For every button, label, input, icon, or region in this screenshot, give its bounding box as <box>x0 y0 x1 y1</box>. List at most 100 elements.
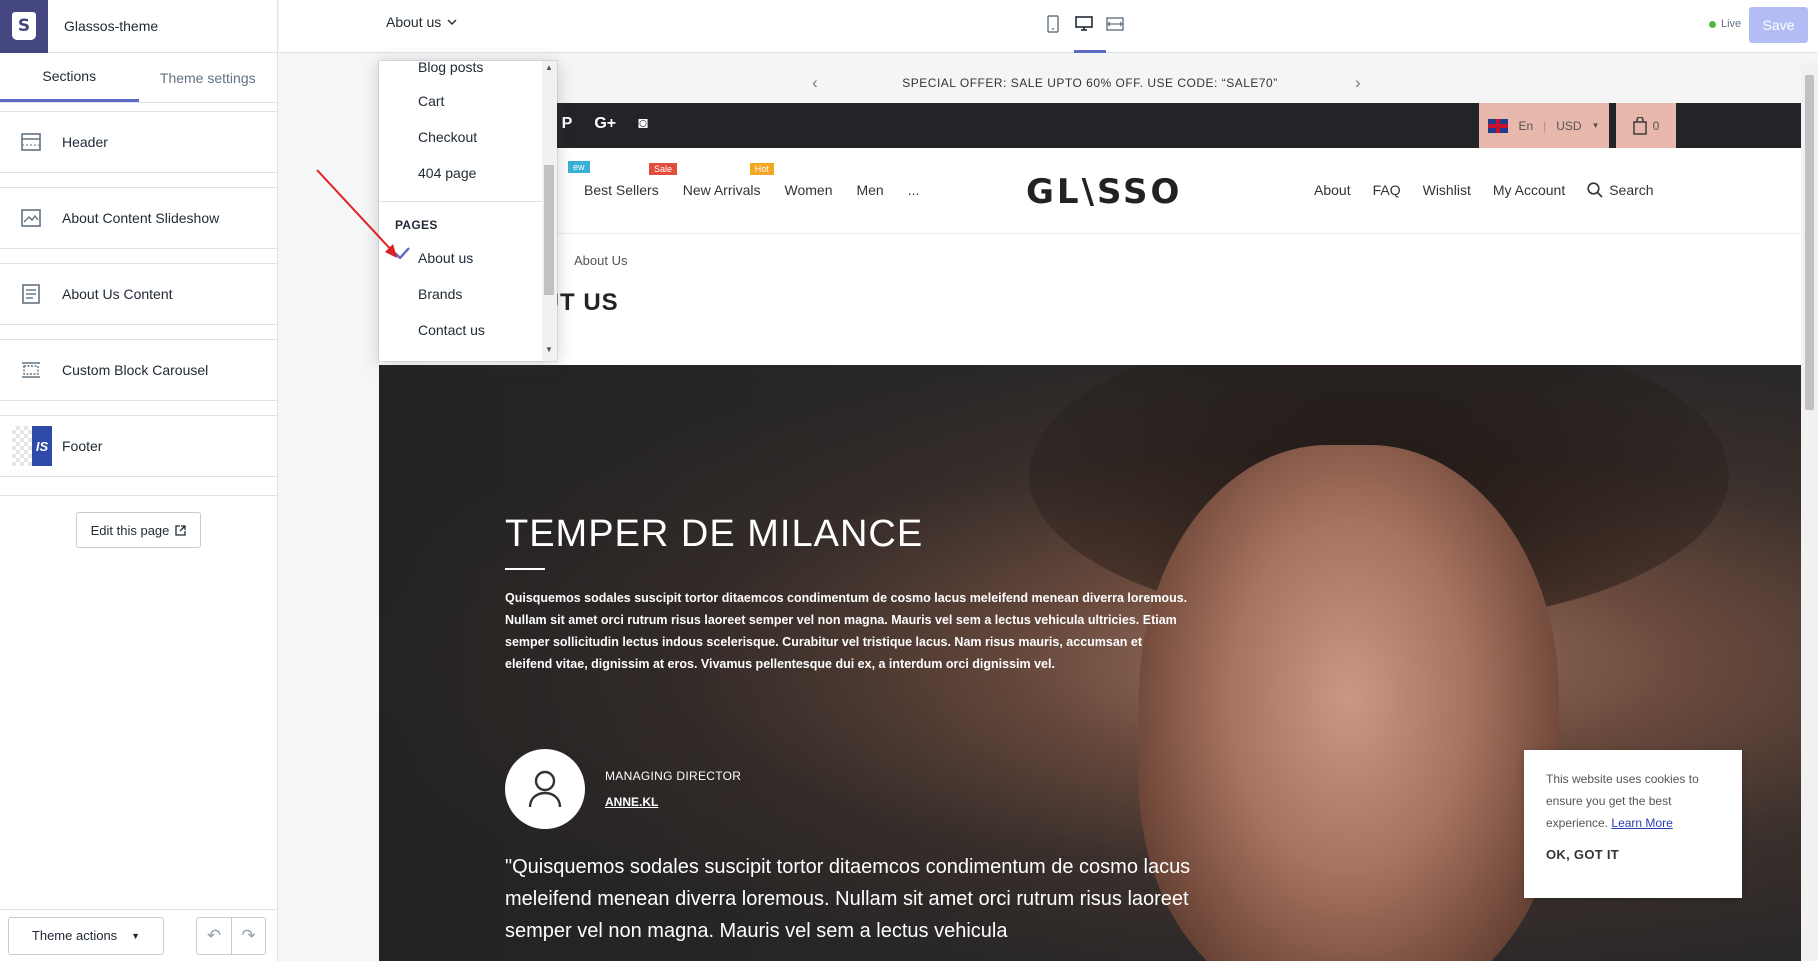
search-icon <box>1587 182 1603 198</box>
nav-left: ew Sale Best Sellers Hot New Arrivals Wo… <box>568 161 920 198</box>
device-switcher <box>1044 14 1124 34</box>
section-item-about-us-content[interactable]: About Us Content <box>0 263 277 325</box>
hero-title: TEMPER DE MILANCE <box>505 513 924 555</box>
text-block-icon <box>20 284 42 304</box>
page-selector[interactable]: About us <box>386 14 457 30</box>
user-icon <box>528 770 562 808</box>
section-item-header[interactable]: Header <box>0 111 277 173</box>
external-link-icon <box>175 524 187 536</box>
sidebar-header: S Glassos-theme <box>0 0 277 53</box>
scroll-up-icon[interactable]: ▲ <box>545 63 553 72</box>
section-item-about-content-slideshow[interactable]: About Content Slideshow <box>0 187 277 249</box>
section-item-footer[interactable]: IS Footer <box>0 415 277 477</box>
chevron-left-icon[interactable]: ‹ <box>812 73 818 93</box>
scroll-down-icon[interactable]: ▼ <box>545 345 553 354</box>
store-name: Glassos-theme <box>64 18 159 34</box>
dropdown-item-404-page[interactable]: 404 page <box>418 165 476 181</box>
tab-theme-settings[interactable]: Theme settings <box>139 53 278 102</box>
edit-page-area: Edit this page <box>0 495 277 548</box>
undo-icon[interactable]: ↶ <box>197 918 231 954</box>
section-label: Footer <box>62 438 103 454</box>
store-preview: ‹ SPECIAL OFFER: SALE UPTO 60% OFF. USE … <box>379 63 1801 961</box>
language-label: En <box>1518 118 1534 133</box>
save-button[interactable]: Save <box>1749 7 1808 43</box>
section-label: About Us Content <box>62 286 173 302</box>
dropdown-scrollbar-thumb[interactable] <box>544 165 554 295</box>
undo-redo-group: ↶ ↷ <box>196 916 266 955</box>
person-name[interactable]: ANNE.KL <box>605 795 658 809</box>
footer-thumbnail: IS <box>12 426 52 466</box>
currency-label: USD <box>1556 118 1582 133</box>
dropdown-item-cart[interactable]: Cart <box>418 93 444 109</box>
announcement-text: SPECIAL OFFER: SALE UPTO 60% OFF. USE CO… <box>902 76 1278 90</box>
hero-photo <box>1139 445 1559 961</box>
learn-more-link[interactable]: Learn More <box>1611 816 1672 830</box>
section-label: Header <box>62 134 108 150</box>
nav-item-faq[interactable]: FAQ <box>1373 182 1401 198</box>
store-logo[interactable]: GL\SSO <box>1026 172 1182 212</box>
chevron-down-icon <box>447 19 457 25</box>
theme-actions-button[interactable]: Theme actions ▼ <box>8 916 164 955</box>
nav-item-my-account[interactable]: My Account <box>1493 182 1565 198</box>
annotation-arrow-icon <box>316 169 397 258</box>
sale-badge: Sale <box>649 163 678 175</box>
edit-this-page-button[interactable]: Edit this page <box>75 512 202 548</box>
google-plus-icon[interactable]: G+ <box>594 115 616 133</box>
preview-scrollbar-thumb[interactable] <box>1805 75 1814 410</box>
hot-badge: Hot <box>749 163 774 175</box>
avatar <box>505 749 585 829</box>
hero-divider <box>505 568 545 570</box>
dropdown-divider <box>379 201 542 202</box>
language-currency-selector[interactable]: En | USD ▼ <box>1479 103 1609 148</box>
tab-sections[interactable]: Sections <box>0 53 139 102</box>
shopping-bag-icon <box>1632 116 1647 135</box>
nav-item-wishlist[interactable]: Wishlist <box>1423 182 1471 198</box>
mobile-icon[interactable] <box>1044 14 1062 34</box>
nav-item-more[interactable]: ... <box>908 182 920 198</box>
nav-item-best-sellers[interactable]: ew Sale Best Sellers <box>568 161 678 198</box>
sidebar-tabs: Sections Theme settings <box>0 53 277 103</box>
caret-down-icon: ▼ <box>131 930 141 941</box>
slideshow-image-icon <box>20 208 42 228</box>
editor-sidebar: S Glassos-theme Sections Theme settings … <box>0 0 278 961</box>
announcement-bar: ‹ SPECIAL OFFER: SALE UPTO 60% OFF. USE … <box>379 63 1801 103</box>
section-list: Header About Content Slideshow About Us … <box>0 111 277 477</box>
dropdown-item-blog-posts[interactable]: Blog posts <box>418 61 483 75</box>
top-utility-bar: f t P G+ ◙ En | USD ▼ 0 <box>379 103 1801 148</box>
chevron-down-icon: ▼ <box>1591 121 1600 130</box>
nav-item-about[interactable]: About <box>1314 182 1351 198</box>
pinterest-icon[interactable]: P <box>562 115 573 133</box>
live-dot-icon <box>1709 20 1716 28</box>
cart-button[interactable]: 0 <box>1616 103 1676 148</box>
hero-quote: "Quisquemos sodales suscipit tortor dita… <box>505 856 1191 942</box>
cookie-banner: This website uses cookies to ensure you … <box>1524 750 1742 898</box>
dropdown-item-checkout[interactable]: Checkout <box>418 129 477 145</box>
nav-item-men[interactable]: Men <box>856 182 883 198</box>
desktop-icon[interactable] <box>1075 14 1093 34</box>
hero-description: Quisquemos sodales suscipit tortor ditae… <box>505 591 1188 671</box>
dropdown-item-about-us[interactable]: About us <box>418 250 473 266</box>
fullscreen-icon[interactable] <box>1106 14 1124 34</box>
active-device-indicator <box>1074 50 1106 53</box>
dropdown-item-contact-us[interactable]: Contact us <box>418 322 485 338</box>
redo-icon[interactable]: ↷ <box>231 917 265 954</box>
section-label: Custom Block Carousel <box>62 362 209 378</box>
dropdown-item-brands[interactable]: Brands <box>418 286 462 302</box>
editor-topbar: About us Live Save <box>279 0 1818 53</box>
nav-right: About FAQ Wishlist My Account Search <box>1314 182 1654 198</box>
carousel-icon <box>20 360 42 380</box>
instagram-icon[interactable]: ◙ <box>638 115 648 133</box>
page-select-dropdown: Blog posts Cart Checkout 404 page PAGES … <box>379 61 557 361</box>
chevron-right-icon[interactable]: › <box>1355 73 1361 93</box>
cookie-accept-button[interactable]: OK, GOT IT <box>1546 844 1720 866</box>
live-status: Live <box>1709 18 1741 30</box>
search-link[interactable]: Search <box>1587 182 1654 198</box>
shopify-logo-icon[interactable]: S <box>0 0 48 53</box>
sidebar-footer: Theme actions ▼ ↶ ↷ <box>0 909 278 961</box>
nav-item-women[interactable]: Women <box>785 182 833 198</box>
cart-count: 0 <box>1652 118 1660 133</box>
header-layout-icon <box>20 132 42 152</box>
section-label: About Content Slideshow <box>62 210 220 226</box>
nav-item-new-arrivals[interactable]: Hot New Arrivals <box>683 163 774 198</box>
section-item-custom-block-carousel[interactable]: Custom Block Carousel <box>0 339 277 401</box>
